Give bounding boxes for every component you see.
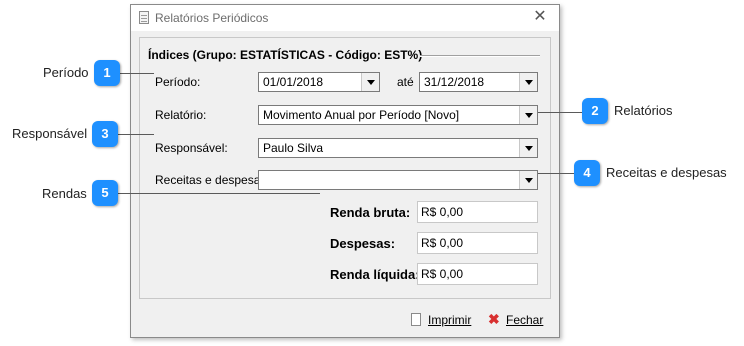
group-divider bbox=[420, 55, 540, 56]
renda-liquida-value: R$ 0,00 bbox=[421, 267, 464, 281]
receitas-label: Receitas e despesas: bbox=[155, 173, 270, 187]
renda-bruta-field[interactable]: R$ 0,00 bbox=[417, 201, 538, 223]
document-icon[interactable] bbox=[411, 313, 421, 326]
chevron-down-icon[interactable] bbox=[361, 73, 379, 91]
title-bar: Relatórios Periódicos ✕ bbox=[131, 5, 559, 31]
periodo-inicio-combo[interactable]: 01/01/2018 bbox=[258, 72, 380, 92]
chevron-down-icon[interactable] bbox=[519, 139, 537, 157]
chevron-down-icon[interactable] bbox=[519, 171, 537, 189]
callout-4-badge: 4 bbox=[574, 160, 600, 186]
group-title: Índices (Grupo: ESTATÍSTICAS - Código: E… bbox=[148, 48, 423, 62]
close-red-icon[interactable]: ✖ bbox=[488, 311, 500, 328]
responsavel-label: Responsável: bbox=[155, 141, 228, 155]
callout-rendas-text: Rendas bbox=[42, 186, 87, 201]
fechar-button[interactable]: Fechar bbox=[506, 313, 543, 327]
imprimir-button[interactable]: Imprimir bbox=[428, 313, 471, 327]
callout-leader bbox=[538, 173, 576, 174]
responsavel-combo[interactable]: Paulo Silva bbox=[258, 138, 538, 158]
renda-liquida-field[interactable]: R$ 0,00 bbox=[417, 263, 538, 285]
periodo-fim-combo[interactable]: 31/12/2018 bbox=[419, 72, 538, 92]
callout-leader bbox=[116, 134, 154, 135]
periodo-fim-value: 31/12/2018 bbox=[424, 75, 485, 89]
callout-5-badge: 5 bbox=[92, 180, 118, 206]
callout-leader bbox=[116, 193, 320, 194]
despesas-label: Despesas: bbox=[330, 236, 396, 251]
chevron-down-icon[interactable] bbox=[519, 73, 537, 91]
callout-leader bbox=[118, 73, 154, 74]
despesas-field[interactable]: R$ 0,00 bbox=[417, 232, 538, 254]
callout-1-badge: 1 bbox=[94, 60, 120, 86]
renda-bruta-value: R$ 0,00 bbox=[421, 205, 464, 219]
ate-label: até bbox=[397, 75, 414, 89]
callout-2-badge: 2 bbox=[582, 98, 608, 124]
receitas-combo[interactable] bbox=[258, 170, 538, 190]
window-title: Relatórios Periódicos bbox=[155, 11, 269, 25]
callout-receitas-text: Receitas e despesas bbox=[606, 165, 727, 180]
despesas-value: R$ 0,00 bbox=[421, 236, 464, 250]
chevron-down-icon[interactable] bbox=[519, 106, 537, 124]
report-icon bbox=[139, 11, 149, 24]
callout-relatorios-text: Relatórios bbox=[614, 103, 673, 118]
relatorio-value: Movimento Anual por Período [Novo] bbox=[263, 108, 460, 122]
callout-periodo-text: Período bbox=[43, 65, 89, 80]
responsavel-value: Paulo Silva bbox=[263, 141, 324, 155]
periodo-inicio-value: 01/01/2018 bbox=[263, 75, 324, 89]
close-icon[interactable]: ✕ bbox=[531, 8, 549, 26]
periodo-label: Período: bbox=[155, 75, 201, 89]
callout-responsavel-text: Responsável bbox=[12, 126, 88, 141]
callout-leader bbox=[538, 112, 584, 113]
callout-3-badge: 3 bbox=[92, 121, 118, 147]
relatorio-label: Relatório: bbox=[155, 108, 207, 122]
relatorio-combo[interactable]: Movimento Anual por Período [Novo] bbox=[258, 105, 538, 125]
renda-bruta-label: Renda bruta: bbox=[330, 205, 411, 220]
renda-liquida-label: Renda líquida: bbox=[330, 267, 420, 282]
